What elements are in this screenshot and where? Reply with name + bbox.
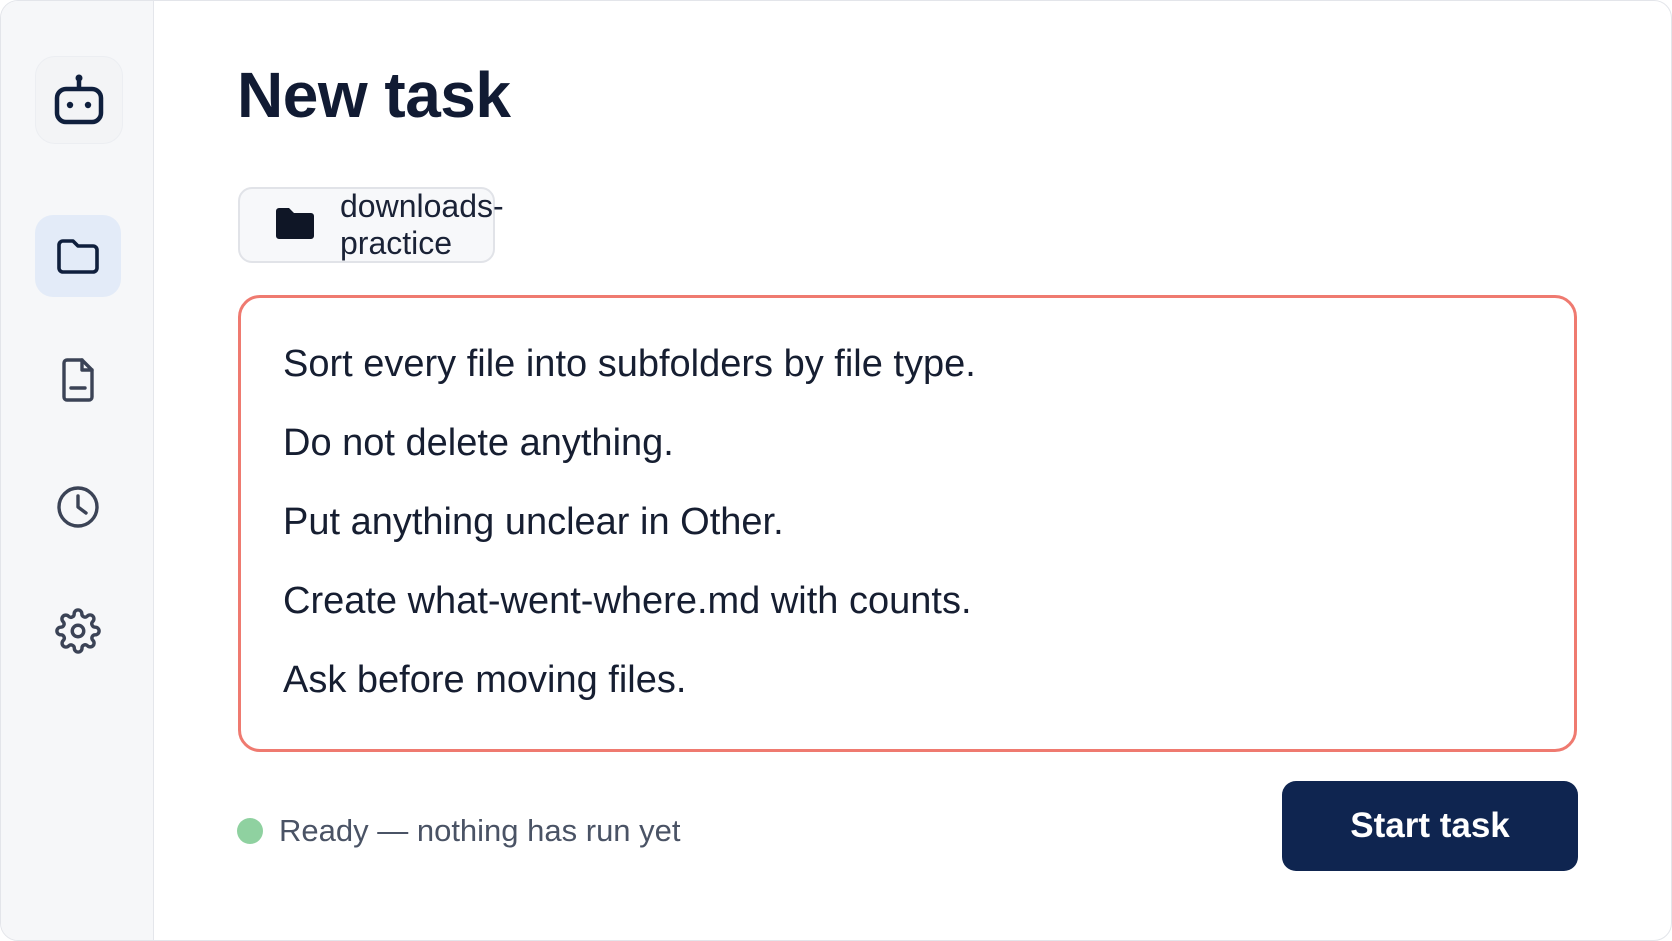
sidebar-item-settings[interactable] [35, 590, 121, 672]
status-text: Ready — nothing has run yet [279, 813, 681, 848]
instruction-line: Put anything unclear in Other. [283, 501, 784, 543]
instruction-line: Create what-went-where.md with counts. [283, 580, 972, 622]
instruction-line: Do not delete anything. [283, 422, 674, 464]
clock-icon [55, 484, 101, 530]
instruction-line: Ask before moving files. [283, 659, 687, 701]
instruction-line: Sort every file into subfolders by file … [283, 343, 976, 385]
gear-icon [55, 608, 101, 654]
sidebar-item-files[interactable] [35, 215, 121, 297]
sidebar [1, 1, 154, 940]
page-title: New task [237, 59, 511, 131]
folder-icon [56, 237, 100, 275]
status-dot [237, 818, 263, 844]
folder-selector[interactable]: downloads-practice [238, 187, 504, 263]
task-instructions-input[interactable]: Sort every file into subfolders by file … [238, 295, 1577, 752]
app-logo [35, 56, 123, 144]
sidebar-item-documents[interactable] [35, 339, 121, 421]
main-panel: New task downloads-practice Sort every f… [153, 1, 1671, 940]
sidebar-item-history[interactable] [35, 466, 121, 548]
status-indicator: Ready — nothing has run yet [237, 813, 681, 849]
start-task-button[interactable]: Start task [1282, 781, 1578, 871]
folder-name: downloads-practice [340, 188, 504, 261]
folder-filled-icon [274, 206, 316, 245]
document-icon [58, 357, 98, 403]
robot-icon [53, 72, 105, 128]
app-window: New task downloads-practice Sort every f… [0, 0, 1672, 941]
